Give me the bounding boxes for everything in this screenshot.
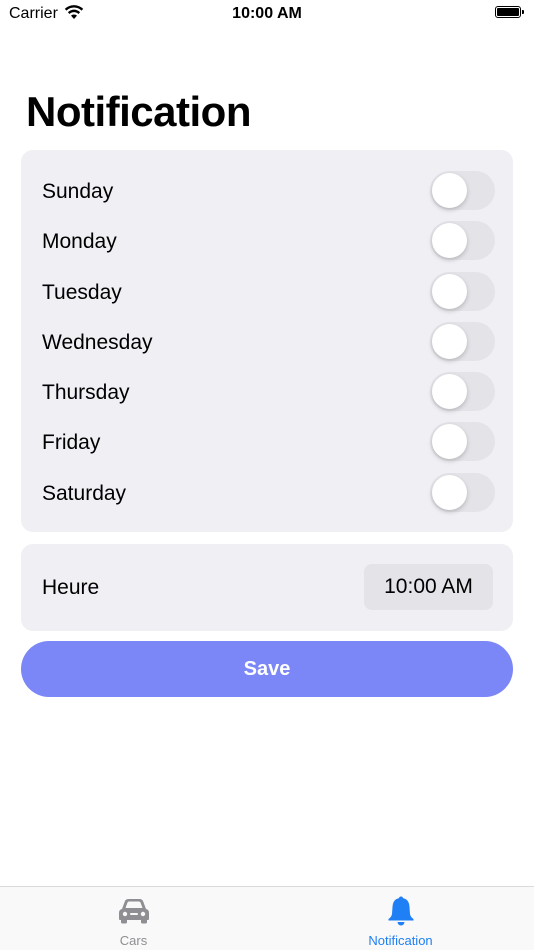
time-card: Heure 10:00 AM (21, 544, 513, 631)
day-label: Saturday (42, 482, 127, 505)
tuesday-toggle[interactable] (430, 272, 495, 311)
day-row-saturday: Saturday (21, 467, 513, 517)
day-row-monday: Monday (21, 215, 513, 265)
day-row-thursday: Thursday (21, 366, 513, 416)
monday-toggle[interactable] (430, 221, 495, 260)
toggle-knob (432, 274, 467, 309)
page-title: Notification (26, 88, 251, 135)
day-row-friday: Friday (21, 416, 513, 466)
toggle-knob (432, 173, 467, 208)
day-label: Monday (42, 230, 117, 253)
day-label: Wednesday (42, 331, 153, 354)
time-picker-button[interactable]: 10:00 AM (364, 564, 493, 610)
day-label: Thursday (42, 381, 130, 404)
thursday-toggle[interactable] (430, 372, 495, 411)
tab-bar: Cars Notification (0, 886, 534, 950)
status-bar: Carrier 10:00 AM (0, 0, 534, 28)
day-row-tuesday: Tuesday (21, 266, 513, 316)
tab-notification-label: Notification (368, 933, 433, 948)
toggle-knob (432, 424, 467, 459)
tab-cars-label: Cars (119, 933, 148, 948)
day-row-wednesday: Wednesday (21, 316, 513, 366)
saturday-toggle[interactable] (430, 473, 495, 512)
toggle-knob (432, 475, 467, 510)
day-label: Sunday (42, 180, 114, 203)
wednesday-toggle[interactable] (430, 322, 495, 361)
sunday-toggle[interactable] (430, 171, 495, 210)
status-time: 10:00 AM (232, 5, 302, 22)
day-label: Friday (42, 431, 101, 454)
time-label: Heure (42, 576, 100, 599)
tab-cars[interactable]: Cars (0, 887, 267, 950)
battery-icon (495, 6, 524, 18)
toggle-knob (432, 223, 467, 258)
toggle-knob (432, 324, 467, 359)
days-card: Sunday Monday Tuesday Wednesday Thursday… (21, 150, 513, 532)
day-row-sunday: Sunday (21, 165, 513, 215)
bell-icon (388, 896, 414, 926)
car-icon (119, 899, 149, 924)
toggle-knob (432, 374, 467, 409)
friday-toggle[interactable] (430, 422, 495, 461)
day-label: Tuesday (42, 281, 122, 304)
tab-notification[interactable]: Notification (267, 887, 534, 950)
save-button[interactable]: Save (21, 641, 513, 697)
